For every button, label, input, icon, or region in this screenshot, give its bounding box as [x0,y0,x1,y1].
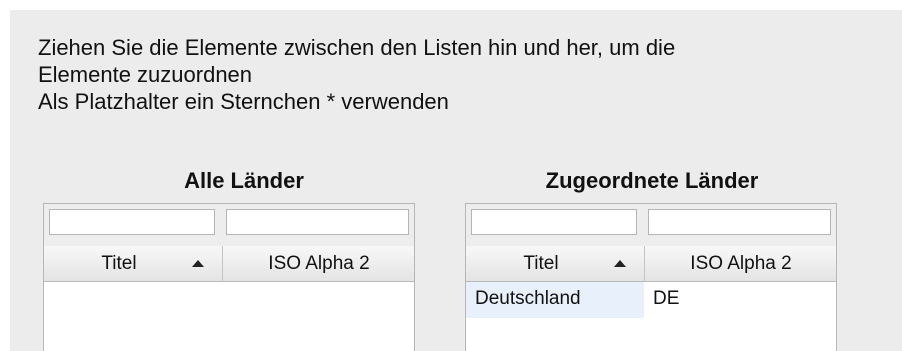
assigned-countries-heading: Zugeordnete Länder [545,168,759,193]
column-header-title[interactable]: Titel [44,246,222,281]
list-body[interactable]: Deutschland DE [466,282,836,351]
assigned-countries-list[interactable]: Titel ISO Alpha 2 Deutschland DE [465,203,837,351]
list-body[interactable] [44,282,414,351]
column-header-iso-label: ISO Alpha 2 [690,253,792,274]
country-iso-cell: DE [653,288,680,309]
all-countries-list[interactable]: Titel ISO Alpha 2 [43,203,415,351]
list-item[interactable]: Deutschland DE [466,282,836,318]
all-countries-heading: Alle Länder [184,168,304,193]
column-header-row: Titel ISO Alpha 2 [44,246,414,282]
column-header-title-label: Titel [101,253,137,274]
sort-ascending-icon [614,260,626,267]
column-header-iso-label: ISO Alpha 2 [268,253,370,274]
sort-ascending-icon [192,260,204,267]
column-header-iso[interactable]: ISO Alpha 2 [222,246,415,281]
filter-row [466,204,836,246]
filter-row [44,204,414,246]
iso-filter-input[interactable] [648,209,831,235]
instructions-text: Ziehen Sie die Elemente zwischen den Lis… [38,34,675,115]
title-filter-input[interactable] [471,209,637,235]
instructions-line-3: Als Platzhalter ein Sternchen * verwende… [38,89,449,114]
instructions-line-2: Elemente zuzuordnen [38,62,253,87]
column-header-iso[interactable]: ISO Alpha 2 [644,246,837,281]
country-title-cell: Deutschland [466,282,644,318]
title-filter-input[interactable] [49,209,215,235]
column-header-title-label: Titel [523,253,559,274]
instructions-line-1: Ziehen Sie die Elemente zwischen den Lis… [38,35,676,60]
iso-filter-input[interactable] [226,209,409,235]
column-header-title[interactable]: Titel [466,246,644,281]
column-header-row: Titel ISO Alpha 2 [466,246,836,282]
